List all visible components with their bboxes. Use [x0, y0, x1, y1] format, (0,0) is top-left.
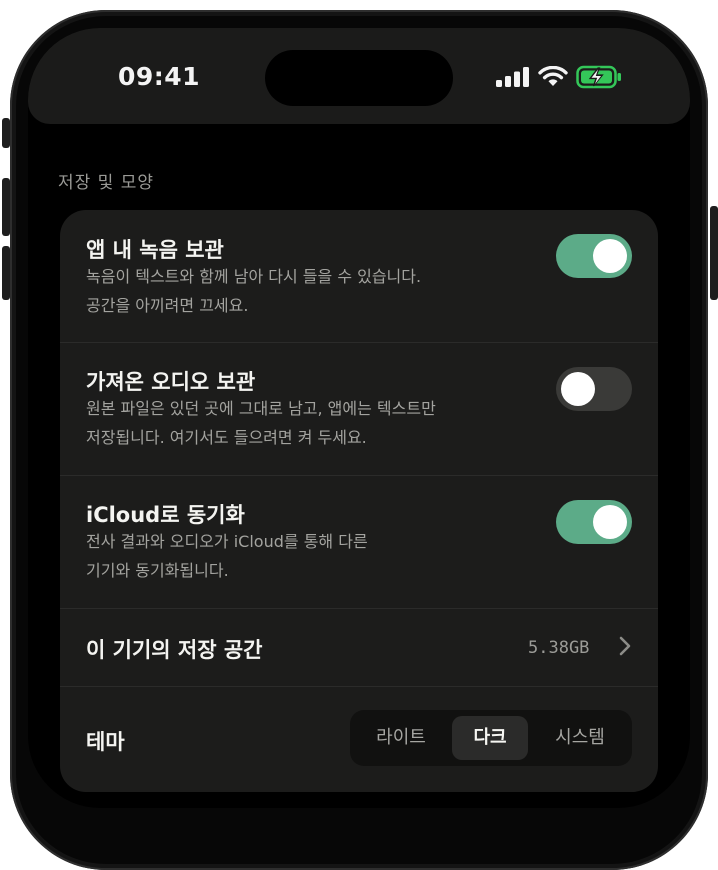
keep-imported-audio-title: 가져온 오디오 보관 [86, 370, 256, 394]
icloud-sync-description: 전사 결과와 오디오가 iCloud를 통해 다른 기기와 동기화됩니다. [86, 527, 506, 585]
storage-row[interactable]: 이 기기의 저장 공간 5.38GB [60, 608, 658, 687]
keep-recordings-toggle[interactable] [556, 234, 632, 278]
theme-row: 테마 라이트 다크 시스템 [60, 686, 658, 792]
keep-recordings-desc-line1: 녹음이 텍스트와 함께 남아 다시 들을 수 있습니다. [86, 267, 422, 286]
status-time: 09:41 [118, 62, 201, 91]
phone-screen: 09:41 저장 및 모양 앱 내 녹음 보관 녹음이 텍스트와 함께 남아 다… [28, 28, 690, 808]
keep-imported-audio-description: 원본 파일은 있던 곳에 그대로 남고, 앱에는 텍스트만 저장됩니다. 여기서… [86, 394, 506, 452]
status-icons [496, 65, 622, 89]
theme-option-system[interactable]: 시스템 [534, 716, 626, 760]
power-button [710, 206, 718, 300]
toggle-knob [593, 239, 627, 273]
storage-label: 이 기기의 저장 공간 [86, 638, 263, 662]
toggle-knob [561, 372, 595, 406]
theme-option-dark[interactable]: 다크 [452, 716, 528, 760]
wifi-icon [538, 66, 568, 86]
keep-imported-audio-desc-line1: 원본 파일은 있던 곳에 그대로 남고, 앱에는 텍스트만 [86, 399, 436, 418]
icloud-sync-toggle[interactable] [556, 500, 632, 544]
chevron-right-icon [619, 636, 631, 656]
toggle-knob [593, 505, 627, 539]
icloud-sync-desc-line2: 기기와 동기화됩니다. [86, 561, 229, 580]
theme-option-light[interactable]: 라이트 [356, 716, 446, 760]
status-bar: 09:41 [28, 28, 690, 124]
keep-imported-audio-desc-line2: 저장됩니다. 여기서도 들으려면 켜 두세요. [86, 428, 367, 447]
icloud-sync-title: iCloud로 동기화 [86, 503, 245, 527]
theme-segmented-control: 라이트 다크 시스템 [350, 710, 632, 766]
cellular-signal-icon [496, 67, 529, 87]
keep-recordings-title: 앱 내 녹음 보관 [86, 238, 224, 262]
dynamic-island [265, 50, 453, 106]
keep-recordings-desc-line2: 공간을 아끼려면 끄세요. [86, 296, 249, 315]
volume-up-button [2, 178, 10, 236]
section-title: 저장 및 모양 [58, 173, 155, 193]
battery-charging-icon [576, 65, 621, 89]
keep-recordings-row: 앱 내 녹음 보관 녹음이 텍스트와 함께 남아 다시 들을 수 있습니다. 공… [60, 210, 658, 343]
icloud-sync-desc-line1: 전사 결과와 오디오가 iCloud를 통해 다른 [86, 532, 368, 551]
volume-down-button [2, 246, 10, 300]
action-button [2, 118, 10, 148]
settings-card: 앱 내 녹음 보관 녹음이 텍스트와 함께 남아 다시 들을 수 있습니다. 공… [60, 210, 658, 792]
keep-recordings-description: 녹음이 텍스트와 함께 남아 다시 들을 수 있습니다. 공간을 아끼려면 끄세… [86, 262, 506, 320]
keep-imported-audio-toggle[interactable] [556, 367, 632, 411]
icloud-sync-row: iCloud로 동기화 전사 결과와 오디오가 iCloud를 통해 다른 기기… [60, 475, 658, 609]
storage-value: 5.38GB [528, 638, 590, 658]
theme-label: 테마 [86, 730, 125, 754]
keep-imported-audio-row: 가져온 오디오 보관 원본 파일은 있던 곳에 그대로 남고, 앱에는 텍스트만… [60, 342, 658, 476]
